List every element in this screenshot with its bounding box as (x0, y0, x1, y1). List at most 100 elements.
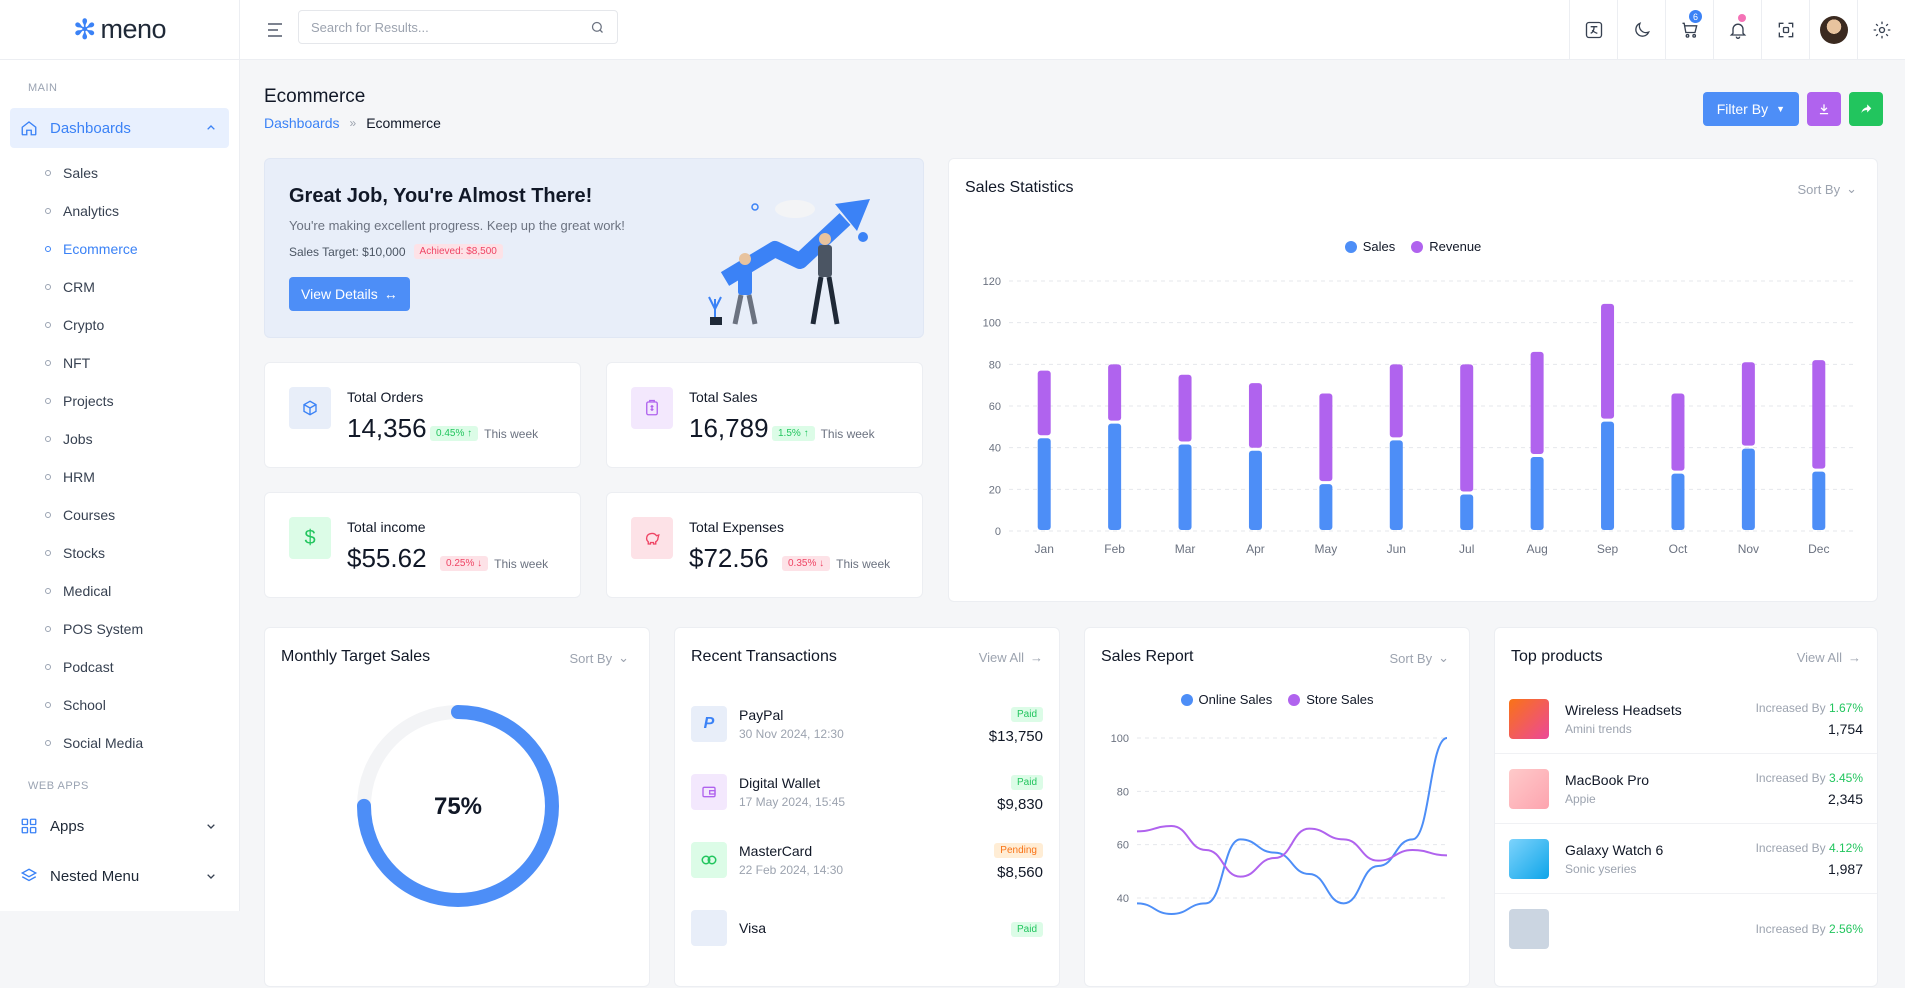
download-button[interactable] (1807, 92, 1841, 126)
product-name: MacBook Pro (1565, 771, 1650, 788)
sidebar-item-pos-system[interactable]: POS System (0, 610, 239, 648)
period-text: This week (494, 556, 549, 571)
download-icon (1819, 104, 1829, 115)
product-row[interactable]: Increased By 2.56% (1495, 894, 1877, 964)
increase-text: Increased By 3.45% (1755, 770, 1863, 785)
x-tick-label: Jun (1387, 542, 1406, 556)
stat-card-total-orders: Total Orders 14,356 0.45% ↑ This week (264, 362, 581, 468)
product-row[interactable]: Galaxy Watch 6 Sonic yseries Increased By… (1495, 824, 1877, 894)
sidebar-item-crypto[interactable]: Crypto (0, 306, 239, 344)
bar-sales (1460, 494, 1474, 530)
bar-revenue (1460, 364, 1474, 492)
bullet-icon (45, 474, 51, 480)
page-title: Ecommerce (264, 86, 366, 107)
view-details-button[interactable]: View Details ↔ (289, 277, 410, 311)
stat-value: $55.62 (347, 543, 427, 573)
transaction-row[interactable]: P PayPal 30 Nov 2024, 12:30 Paid $13,750 (691, 690, 1043, 758)
sidebar-apps[interactable]: Apps (10, 806, 229, 846)
fullscreen-button[interactable] (1761, 0, 1809, 60)
y-tick-label: 40 (989, 443, 1001, 455)
view-all-link[interactable]: View All → (1797, 650, 1861, 665)
sidebar-item-label: POS System (63, 621, 144, 637)
sidebar-item-podcast[interactable]: Podcast (0, 648, 239, 686)
profile-button[interactable] (1809, 0, 1857, 60)
stat-card-total-expenses: Total Expenses $72.56 0.35% ↓ This week (606, 492, 923, 598)
logo[interactable]: ✻ meno (0, 0, 239, 60)
x-tick-label: Dec (1808, 542, 1829, 556)
transaction-row[interactable]: MasterCard 22 Feb 2024, 14:30 Pending $8,5… (691, 826, 1043, 894)
stat-value: $72.56 (689, 543, 769, 573)
top-header: 6 (240, 0, 1905, 60)
menu-toggle-icon[interactable] (264, 18, 288, 42)
share-icon (1861, 104, 1872, 114)
view-all-link[interactable]: View All → (979, 650, 1043, 665)
filter-by-button[interactable]: Filter By ▼ (1702, 92, 1799, 126)
notifications-button[interactable] (1713, 0, 1761, 60)
transaction-date: 30 Nov 2024, 12:30 (739, 727, 844, 741)
theme-toggle-button[interactable] (1617, 0, 1665, 60)
product-name: Wireless Headsets (1565, 701, 1682, 718)
sidebar-nested-label: Nested Menu (50, 867, 140, 885)
bar-sales (1601, 421, 1615, 530)
brand-name: meno (100, 14, 166, 44)
bar-revenue (1389, 364, 1403, 438)
transaction-name: PayPal (739, 707, 784, 723)
gear-icon (1873, 21, 1890, 39)
product-row[interactable]: Wireless Headsets Amini trends Increased … (1495, 684, 1877, 754)
card-title: Recent Transactions (691, 648, 837, 665)
sidebar-dashboards[interactable]: Dashboards (10, 108, 229, 148)
x-tick-label: May (1315, 542, 1338, 556)
sidebar-item-analytics[interactable]: Analytics (0, 192, 239, 230)
banner-target: Sales Target: $10,000 Achieved: $8,500 (289, 244, 503, 259)
sidebar-item-hrm[interactable]: HRM (0, 458, 239, 496)
transaction-date: 17 May 2024, 15:45 (739, 795, 846, 809)
bullet-icon (45, 664, 51, 670)
sidebar-item-label: HRM (63, 469, 95, 485)
sidebar-item-school[interactable]: School (0, 686, 239, 724)
sidebar-item-medical[interactable]: Medical (0, 572, 239, 610)
translate-button[interactable] (1569, 0, 1617, 60)
sidebar-item-crm[interactable]: CRM (0, 268, 239, 306)
product-brand: Sonic yseries (1565, 861, 1637, 876)
stat-label: Total Sales (689, 389, 758, 405)
share-button[interactable] (1849, 92, 1883, 126)
sidebar-item-stocks[interactable]: Stocks (0, 534, 239, 572)
transaction-row[interactable]: Visa Paid (691, 894, 1043, 962)
sidebar-item-nft[interactable]: NFT (0, 344, 239, 382)
transaction-row[interactable]: Digital Wallet 17 May 2024, 15:45 Paid $9,… (691, 758, 1043, 826)
transaction-name: MasterCard (739, 843, 813, 859)
breadcrumb-dashboards[interactable]: Dashboards (264, 115, 340, 131)
stat-card-total-income: $ Total income $55.62 0.25% ↓ This week (264, 492, 581, 598)
sales-line-chart: 40 60 80 100 (1111, 733, 1448, 916)
product-row[interactable]: MacBook Pro Appie Increased By 3.45% 2,345 (1495, 754, 1877, 824)
arrow-both-icon: ↔ (383, 286, 398, 302)
target-gauge: 75% (357, 705, 559, 907)
card-title: Top products (1511, 648, 1603, 665)
cart-button[interactable]: 6 (1665, 0, 1713, 60)
bullet-icon (45, 740, 51, 746)
banner-title: Great Job, You're Almost There! (289, 185, 593, 207)
sidebar-item-social-media[interactable]: Social Media (0, 724, 239, 762)
sidebar-item-projects[interactable]: Projects (0, 382, 239, 420)
stat-change: 0.35% ↓ This week (782, 556, 890, 571)
receipt-icon (631, 387, 673, 429)
sidebar-nested-menu[interactable]: Nested Menu (10, 856, 229, 896)
breadcrumb-separator: » (349, 116, 357, 130)
search-icon[interactable] (590, 20, 605, 35)
bullet-icon (45, 588, 51, 594)
sales-statistics-card: Sales Statistics Sort By ⌄ Sales Revenue … (948, 158, 1878, 602)
transaction-date: 22 Feb 2024, 14:30 (739, 863, 844, 877)
notification-dot (1738, 14, 1746, 22)
search-input[interactable] (311, 19, 590, 35)
sidebar-item-courses[interactable]: Courses (0, 496, 239, 534)
settings-button[interactable] (1857, 0, 1905, 60)
sort-by-dropdown[interactable]: Sort By ⌄ (569, 650, 629, 666)
chevron-down-icon (207, 874, 215, 879)
sidebar-item-jobs[interactable]: Jobs (0, 420, 239, 458)
sidebar-item-ecommerce[interactable]: Ecommerce (0, 230, 239, 268)
sidebar-item-label: School (63, 697, 106, 713)
breadcrumb: Dashboards » Ecommerce (264, 115, 441, 131)
logo-mark-icon: ✻ (72, 13, 97, 45)
sidebar-item-label: Medical (63, 583, 112, 599)
sidebar-item-sales[interactable]: Sales (0, 154, 239, 192)
